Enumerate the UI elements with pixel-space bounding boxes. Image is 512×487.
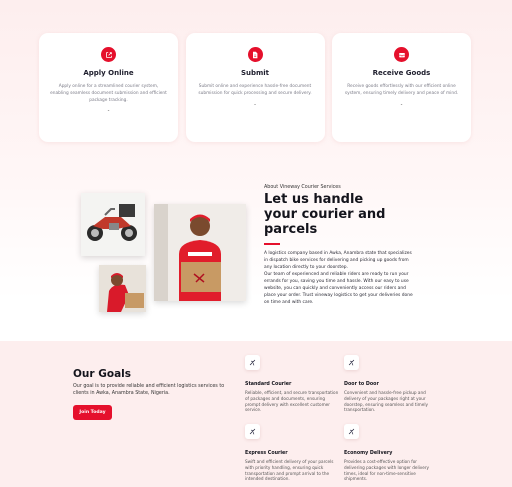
service-text: Convenient and hassle-free pickup and de…: [344, 390, 428, 413]
steps-section: Apply Online Apply online for a streamli…: [39, 33, 471, 142]
service-title: Standard Courier: [245, 382, 292, 387]
about-paragraph: A logistics company based in Awka, Anamb…: [264, 251, 412, 270]
plane-icon: [344, 355, 359, 370]
step-card-submit: Submit Submit online and experience hass…: [185, 33, 325, 142]
service-text: Swift and efficient delivery of your par…: [245, 459, 334, 482]
service-economy-delivery: Economy Delivery Provides a cost-effecti…: [344, 424, 439, 482]
plane-icon: [245, 424, 260, 439]
step-dash: -: [400, 101, 403, 108]
step-title: Receive Goods: [372, 69, 431, 77]
step-text: Submit online and experience hassle-free…: [198, 84, 312, 96]
plane-icon: [344, 424, 359, 439]
service-title: Door to Door: [344, 382, 379, 387]
about-description: A logistics company based in Awka, Anamb…: [264, 251, 416, 306]
document-icon: [247, 47, 263, 62]
step-dash: -: [254, 101, 256, 108]
rider-loading-parcel-photo: [99, 265, 146, 312]
step-card-receive-goods: Receive Goods Receive goods effortlessly…: [332, 33, 471, 142]
about-title: Let us handle your courier and parcels: [264, 192, 386, 237]
step-title: Submit: [240, 69, 270, 77]
service-standard-courier: Standard Courier Reliable, efficient, an…: [245, 355, 340, 413]
about-eyebrow: About Vineway Courier Services: [264, 185, 341, 190]
step-dash: -: [107, 108, 110, 115]
service-title: Economy Delivery: [344, 451, 393, 456]
external-link-icon: [101, 47, 116, 62]
inbox-icon: [394, 47, 409, 62]
step-text: Apply online for a streamlined courier s…: [50, 84, 167, 103]
service-text: Provides a cost-effective option for del…: [344, 459, 430, 482]
step-title: Apply Online: [83, 69, 134, 77]
service-title: Express Courier: [245, 451, 288, 456]
about-paragraph: Our team of experienced and reliable rid…: [264, 272, 413, 305]
plane-icon: [245, 355, 260, 370]
service-door-to-door: Door to Door Convenient and hassle-free …: [344, 355, 439, 413]
step-text: Receive goods effortlessly with our effi…: [344, 84, 459, 96]
goals-title: Our Goals: [73, 368, 132, 380]
service-express-courier: Express Courier Swift and efficient deli…: [245, 424, 340, 482]
title-divider: [264, 243, 280, 245]
join-today-button[interactable]: Join Today: [73, 405, 112, 420]
goals-section: Our Goals Our goal is to provide reliabl…: [0, 341, 512, 487]
step-card-apply-online: Apply Online Apply online for a streamli…: [39, 33, 178, 142]
motorbike-photo: [81, 193, 145, 256]
rider-holding-parcel-photo: [154, 204, 246, 301]
goals-intro: Our goal is to provide reliable and effi…: [73, 384, 225, 396]
service-text: Reliable, efficient, and secure transpor…: [245, 390, 339, 413]
